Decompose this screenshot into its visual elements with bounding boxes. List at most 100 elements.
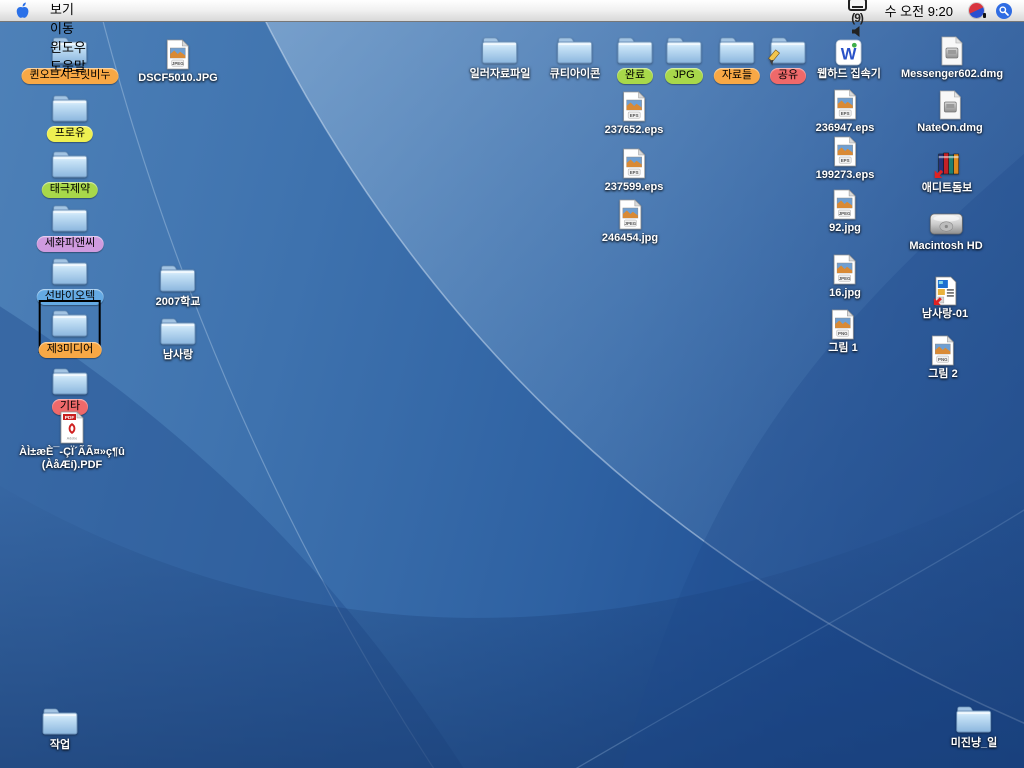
desktop-icon-folder[interactable]: 태극제약 (42, 146, 98, 198)
menu-bar-clock[interactable]: 수 오전 9:20 (875, 1, 963, 20)
folder-icon (717, 32, 757, 66)
icon-label: Messenger602.dmg (901, 68, 1003, 81)
desktop-icon-jpeg[interactable]: JPEG 16.jpg (829, 251, 861, 300)
volume-icon[interactable] (840, 25, 875, 38)
desktop-icon-folder[interactable]: 미진냥_일 (951, 701, 998, 750)
desktop-icon-jpeg[interactable]: JPEG 246454.jpg (602, 196, 658, 245)
menu-이동[interactable]: 이동 (39, 18, 101, 37)
menu-도움말[interactable]: 도움말 (39, 56, 101, 75)
svg-text:JPEG: JPEG (839, 211, 851, 216)
desktop-icon-eps[interactable]: EPS 237652.eps (605, 88, 664, 137)
svg-text:PNG: PNG (938, 357, 948, 362)
icon-label: 237652.eps (605, 124, 664, 137)
desktop-icon-folder[interactable]: 큐티아이콘 (550, 32, 601, 81)
folder-icon (954, 701, 994, 735)
desktop-icon-png[interactable]: PNG 그림 2 (928, 332, 957, 381)
icon-label: 그림 1 (828, 342, 857, 355)
menu-보기[interactable]: 보기 (39, 0, 101, 18)
modem-icon[interactable]: (9) (840, 11, 875, 25)
icon-label: 남사랑 (163, 349, 193, 362)
desktop-icon-folder[interactable]: 완료 (615, 32, 655, 84)
eps-icon: EPS (622, 145, 647, 179)
svg-text:PDF: PDF (65, 415, 75, 421)
folder-icon (50, 90, 90, 124)
doc-alias-icon (932, 272, 958, 306)
desktop-icon-eps[interactable]: EPS 237599.eps (605, 145, 664, 194)
desktop-icon-folder[interactable]: 기타 (50, 363, 90, 415)
svg-text:JPEG: JPEG (172, 61, 184, 66)
dmg-icon (940, 32, 964, 66)
svg-text:EPS: EPS (841, 111, 850, 116)
desktop-icon-books[interactable]: 애디트돔보 (922, 146, 973, 195)
eps-icon: EPS (622, 88, 647, 122)
icon-label: 큐티아이콘 (550, 68, 601, 81)
desktop-icon-folder[interactable]: 프로유 (47, 90, 93, 142)
desktop-icon-folder[interactable]: JPG (664, 32, 704, 84)
desktop-icon-folder-edit[interactable]: 공유 (768, 32, 808, 84)
desktop-icon-doc-alias[interactable]: 남사랑-01 (922, 272, 968, 321)
folder-icon (50, 253, 90, 287)
desktop-icon-folder[interactable]: 작업 (40, 703, 80, 752)
apple-menu[interactable] (0, 0, 39, 21)
icon-label: NateOn.dmg (917, 122, 982, 135)
folder-icon (158, 260, 198, 294)
jpeg-icon: JPEG (832, 251, 857, 285)
svg-text:EPS: EPS (630, 113, 639, 118)
desktop-icon-dmg[interactable]: Messenger602.dmg (901, 32, 1003, 81)
folder-icon (615, 32, 655, 66)
desktop-icon-folder[interactable]: 세화피앤씨 (37, 200, 104, 252)
desktop-icon-folder[interactable]: 2007학교 (156, 260, 201, 309)
desktop-icon-eps[interactable]: EPS 199273.eps (816, 133, 875, 182)
icon-label: 작업 (50, 739, 70, 752)
icon-label: 웹하드 집속기 (817, 68, 881, 81)
svg-text:JPEG: JPEG (839, 276, 851, 281)
desktop-icon-webhard[interactable]: W 웹하드 집속기 (817, 32, 881, 81)
icon-label: 태극제약 (42, 182, 98, 198)
png-icon: PNG (830, 306, 855, 340)
icon-label: ÀÌ±æÈ¯-ÇÏ´ÃÃ¤»ç¶û (ÀåÆí).PDF (1, 446, 143, 472)
icon-label: DSCF5010.JPG (138, 72, 217, 85)
desktop-icon-png[interactable]: PNG 그림 1 (828, 306, 857, 355)
desktop-icon-pdf[interactable]: PDF Adobe ÀÌ±æÈ¯-ÇÏ´ÃÃ¤»ç¶û (ÀåÆí).PDF (1, 410, 143, 472)
icon-label: 199273.eps (816, 169, 875, 182)
svg-text:EPS: EPS (630, 170, 639, 175)
folder-edit-icon (768, 32, 808, 66)
desktop-icon-jpeg[interactable]: JPEG DSCF5010.JPG (138, 36, 217, 85)
folder-icon (158, 313, 198, 347)
folder-icon (50, 146, 90, 180)
folder-icon (50, 200, 90, 234)
svg-text:Adobe: Adobe (67, 437, 77, 441)
icon-label: 일러자료파일 (470, 68, 531, 81)
icon-label: 자료들 (714, 68, 760, 84)
icon-label: 프로유 (47, 126, 93, 142)
icon-label: Macintosh HD (909, 240, 982, 253)
icon-label: 애디트돔보 (922, 182, 973, 195)
desktop-wallpaper: 퀸오브시크릿비누 프로유 태극제약 세화피앤씨 선바이오텍 제3미디어 기타 P… (0, 0, 1024, 768)
korean-flag-input-icon[interactable] (969, 3, 984, 18)
icon-label: 완료 (617, 68, 653, 84)
menu-윈도우[interactable]: 윈도우 (39, 37, 101, 56)
icon-label: 남사랑-01 (922, 308, 968, 321)
svg-text:JPEG: JPEG (624, 221, 636, 226)
desktop-icon-folder[interactable]: 남사랑 (158, 313, 198, 362)
eps-icon: EPS (833, 133, 858, 167)
svg-text:PNG: PNG (838, 331, 848, 336)
desktop-icon-folder[interactable]: 제3미디어 (39, 300, 102, 358)
books-icon (931, 146, 962, 180)
spotlight-icon[interactable] (996, 3, 1012, 19)
desktop-icon-folder[interactable]: 선바이오텍 (37, 253, 104, 305)
folder-icon (40, 703, 80, 737)
icon-label: 92.jpg (829, 222, 861, 235)
folder-icon (50, 363, 90, 397)
desktop-icon-hd[interactable]: Macintosh HD (909, 204, 982, 253)
desktop-icon-dmg[interactable]: NateOn.dmg (917, 86, 982, 135)
svg-text:EPS: EPS (841, 158, 850, 163)
desktop-icon-folder[interactable]: 자료들 (714, 32, 760, 84)
folder-icon (50, 305, 90, 339)
desktop-icon-folder[interactable]: 일러자료파일 (470, 32, 531, 81)
desktop-icon-eps[interactable]: EPS 236947.eps (816, 86, 875, 135)
jpeg-icon: JPEG (832, 186, 857, 220)
desktop-icon-jpeg[interactable]: JPEG 92.jpg (829, 186, 861, 235)
display-icon[interactable] (840, 0, 875, 11)
icon-label: 246454.jpg (602, 232, 658, 245)
